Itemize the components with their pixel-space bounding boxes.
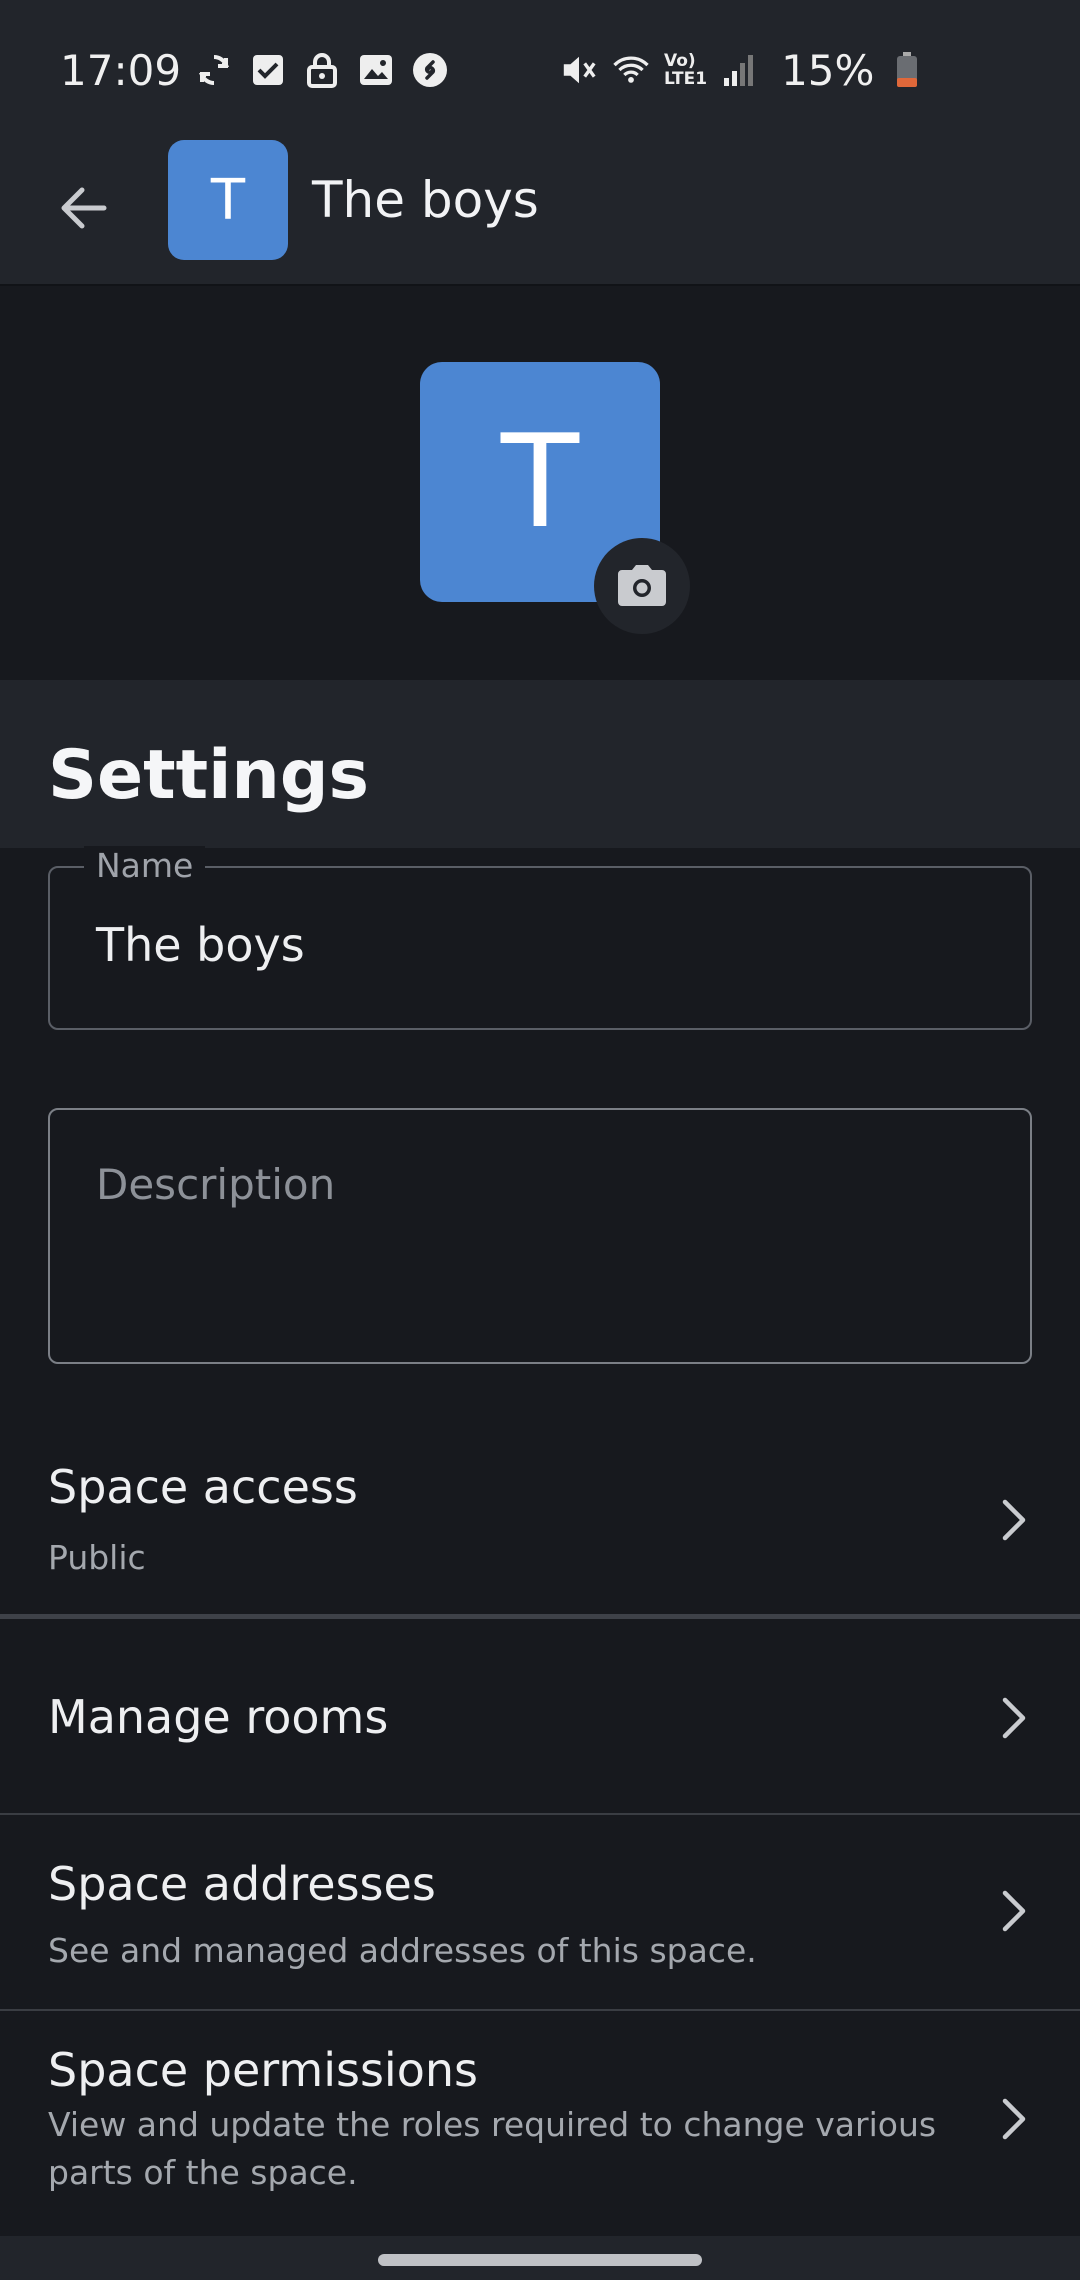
- back-button[interactable]: [44, 168, 124, 248]
- notification-icons: [195, 51, 449, 89]
- system-icons: Vo) LTE1 15%: [560, 0, 926, 140]
- description-field[interactable]: Description: [48, 1108, 1032, 1364]
- page-title: The boys: [312, 171, 539, 229]
- settings-heading: Settings: [48, 736, 369, 815]
- lte-label: LTE1: [664, 69, 708, 89]
- chevron-right-icon: [990, 1694, 1038, 1742]
- description-placeholder: Description: [96, 1160, 336, 1209]
- space-permissions-title: Space permissions: [48, 2043, 478, 2097]
- space-access-title: Space access: [48, 1460, 358, 1514]
- avatar-section: T: [0, 288, 1080, 680]
- name-field[interactable]: Name The boys: [48, 846, 1032, 1030]
- signal-icon: [721, 51, 759, 89]
- chevron-right-icon: [990, 1496, 1038, 1544]
- space-avatar-small: T: [168, 140, 288, 260]
- battery-percent: 15%: [781, 45, 875, 95]
- section-divider: [0, 1614, 1080, 1619]
- settings-section-header: Settings: [0, 680, 1080, 848]
- arrow-left-icon: [61, 187, 107, 229]
- mute-icon: [560, 51, 598, 89]
- system-navigation-bar: [0, 2236, 1080, 2280]
- app-bar: T The boys: [0, 140, 1080, 286]
- space-access-item[interactable]: Space access Public: [0, 1440, 1080, 1620]
- manage-rooms-item[interactable]: Manage rooms: [0, 1620, 1080, 1814]
- checkbox-icon: [249, 51, 287, 89]
- shazam-icon: [411, 51, 449, 89]
- manage-rooms-title: Manage rooms: [48, 1690, 389, 1744]
- space-access-subtitle: Public: [48, 1538, 146, 1577]
- space-addresses-title: Space addresses: [48, 1857, 436, 1911]
- sync-icon: [195, 51, 233, 89]
- volte-label: Vo): [664, 51, 696, 71]
- space-addresses-item[interactable]: Space addresses See and managed addresse…: [0, 1815, 1080, 2009]
- volte-indicator: Vo) LTE1: [664, 52, 707, 88]
- battery-icon: [888, 51, 926, 89]
- chevron-right-icon: [990, 2095, 1038, 2143]
- image-icon: [357, 51, 395, 89]
- status-bar: 17:09 Vo) LTE1 15%: [0, 0, 1080, 140]
- space-addresses-subtitle: See and managed addresses of this space.: [48, 1931, 757, 1970]
- space-permissions-subtitle: View and update the roles required to ch…: [48, 2105, 937, 2192]
- name-field-value[interactable]: The boys: [96, 918, 305, 972]
- lock-icon: [303, 51, 341, 89]
- space-permissions-item[interactable]: Space permissions View and update the ro…: [0, 2011, 1080, 2235]
- name-field-label: Name: [84, 846, 206, 885]
- wifi-icon: [612, 51, 650, 89]
- home-gesture-handle[interactable]: [378, 2254, 702, 2266]
- camera-icon: [618, 565, 666, 606]
- status-time: 17:09: [60, 45, 182, 95]
- change-avatar-button[interactable]: [594, 538, 690, 634]
- chevron-right-icon: [990, 1887, 1038, 1935]
